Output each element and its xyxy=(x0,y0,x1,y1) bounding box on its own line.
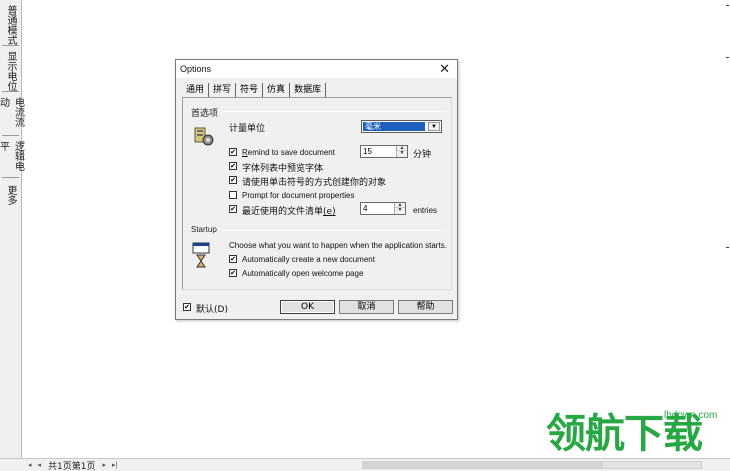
remind-minutes-value: 15 xyxy=(363,147,372,156)
tab-symbols[interactable]: 符号 xyxy=(235,83,262,97)
tab-more[interactable]: 更多 xyxy=(2,182,19,212)
spin-down-icon[interactable]: ▼ xyxy=(395,208,405,213)
remind-minutes-spinner[interactable]: 15 ▲ ▼ xyxy=(360,145,408,158)
default-checkbox[interactable]: ✔ xyxy=(183,303,191,311)
tab-normal-mode[interactable]: 普通模式 xyxy=(2,2,19,46)
tab-spelling[interactable]: 拼写 xyxy=(208,83,235,97)
left-tab-strip: 普通模式 显示电位 电流流动 逻辑电平 更多 xyxy=(0,0,24,458)
tab-database[interactable]: 数据库 xyxy=(289,83,327,97)
tab-simulation[interactable]: 仿真 xyxy=(262,83,289,97)
entries-unit: entries xyxy=(413,206,438,215)
recent-files-accel: (e) xyxy=(323,207,336,217)
nav-next-icon[interactable]: ▸ xyxy=(99,461,109,469)
startup-window-icon xyxy=(192,242,212,268)
startup-heading: Startup xyxy=(191,225,217,234)
remind-checkbox[interactable]: ✔ xyxy=(229,148,237,156)
recent-files-text: 最近使用的文件清单 xyxy=(242,207,324,217)
close-icon[interactable]: ✕ xyxy=(439,61,450,77)
recent-count-value: 4 xyxy=(363,204,368,213)
tab-more-label: 更多 xyxy=(5,185,16,205)
spinner-buttons[interactable]: ▲ ▼ xyxy=(396,146,407,157)
unit-select[interactable]: 毫米 ▼ xyxy=(361,120,442,133)
auto-create-checkbox[interactable]: ✔ xyxy=(229,255,237,263)
startup-divider xyxy=(223,230,445,231)
chevron-down-icon[interactable]: ▼ xyxy=(428,122,440,131)
unit-select-value: 毫米 xyxy=(363,122,425,131)
spin-down-icon[interactable]: ▼ xyxy=(397,151,407,156)
general-panel: 首选项 计量单位 毫米 ▼ ✔ Remind to save document … xyxy=(182,97,452,290)
tab-logic-level[interactable]: 逻辑电平 xyxy=(0,138,24,178)
help-button[interactable]: 帮助 xyxy=(398,300,453,314)
prompt-props-checkbox[interactable] xyxy=(229,191,237,199)
auto-create-label: Automatically create a new document xyxy=(242,255,375,264)
options-tabs: 通用 拼写 符号 仿真 数据库 xyxy=(182,83,327,97)
recent-files-label: 最近使用的文件清单(e) xyxy=(242,204,336,217)
dialog-title: Options xyxy=(180,64,212,74)
watermark-logo: 领航下载 lhdown.com xyxy=(546,410,726,458)
nav-prev-icon[interactable]: ◂ xyxy=(35,461,45,469)
status-bar: ◂ ◂ 共1页第1页 ▸ ▸| xyxy=(0,458,730,471)
preferences-heading: 首选项 xyxy=(191,109,219,119)
auto-welcome-label: Automatically open welcome page xyxy=(242,269,364,278)
cancel-button[interactable]: 取消 xyxy=(339,300,394,314)
prompt-props-label: Prompt for document properties xyxy=(242,191,355,200)
tab-show-potential[interactable]: 显示电位 xyxy=(2,48,19,92)
preferences-gear-icon xyxy=(193,125,215,147)
nav-first-icon[interactable]: ◂ xyxy=(25,461,35,469)
nav-last-icon[interactable]: ▸| xyxy=(109,461,120,469)
preferences-divider xyxy=(223,111,445,112)
tab-current-flow[interactable]: 电流流动 xyxy=(0,94,24,136)
scroll-thumb[interactable] xyxy=(363,462,603,468)
recent-count-spinner[interactable]: 4 ▲ ▼ xyxy=(360,202,406,215)
single-click-label: 请使用单击符号的方式创建你的对象 xyxy=(242,178,387,188)
page-info: 共1页第1页 xyxy=(48,461,96,471)
ok-button[interactable]: OK xyxy=(280,300,335,314)
options-dialog: Options ✕ 通用 拼写 符号 仿真 数据库 首选项 计量单位 毫米 ▼ … xyxy=(175,59,458,320)
recent-spinner-buttons[interactable]: ▲ ▼ xyxy=(394,203,405,214)
dialog-titlebar[interactable]: Options ✕ xyxy=(176,60,457,78)
tab-general[interactable]: 通用 xyxy=(182,83,208,97)
default-label: 默认(D) xyxy=(196,305,228,315)
single-click-checkbox[interactable]: ✔ xyxy=(229,176,237,184)
unit-label: 计量单位 xyxy=(229,124,266,134)
horizontal-scrollbar[interactable] xyxy=(362,461,702,469)
preview-fonts-checkbox[interactable]: ✔ xyxy=(229,162,237,170)
auto-welcome-checkbox[interactable]: ✔ xyxy=(229,269,237,277)
preview-fonts-label: 字体列表中预览字体 xyxy=(242,164,324,174)
remind-label-text: emind to save document xyxy=(247,148,335,157)
remind-label: Remind to save document xyxy=(242,148,335,157)
startup-description: Choose what you want to happen when the … xyxy=(229,241,447,250)
watermark-domain: lhdown.com xyxy=(664,410,718,421)
minutes-unit: 分钟 xyxy=(413,150,432,160)
recent-files-checkbox[interactable]: ✔ xyxy=(229,205,237,213)
